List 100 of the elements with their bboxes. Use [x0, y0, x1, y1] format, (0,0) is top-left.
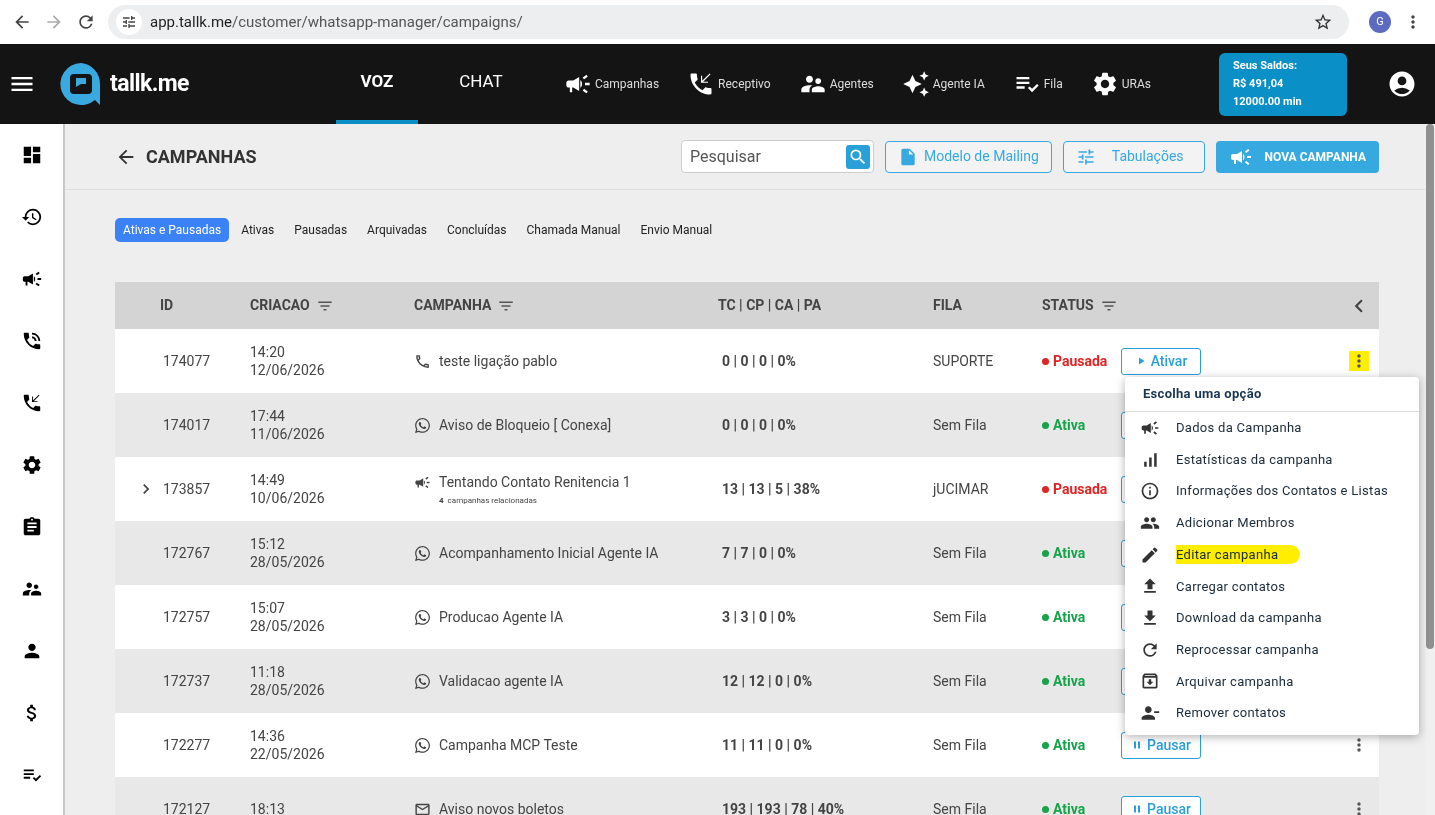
campaign-name[interactable]: Acompanhamento Inicial Agente IA — [439, 542, 659, 564]
nav-link[interactable]: Campanhas — [595, 75, 660, 93]
queue-cell-text: Sem Fila — [933, 415, 988, 435]
status-label: Ativa — [1053, 735, 1087, 755]
stats-cell-text: 0 | 0 | 0 | 0% — [721, 351, 797, 371]
menu-item[interactable]: Informações dos Contatos e Listas — [1125, 475, 1419, 508]
campaign-name[interactable]: teste ligação pablo — [439, 350, 558, 372]
menu-item-label: Editar campanha — [1176, 544, 1301, 565]
menu-item-label: Adicionar Membros — [1176, 514, 1295, 533]
pencil-icon — [1140, 544, 1160, 565]
id-cell-text: 172127 — [162, 799, 212, 815]
related-count: 4 — [439, 494, 444, 507]
status-label: Ativa — [1053, 607, 1087, 627]
menu-item[interactable]: Reprocessar campanha — [1125, 633, 1419, 666]
balance-title: Seus Saldos: — [1233, 58, 1298, 74]
menu-item-label: Informações dos Contatos e Listas — [1176, 482, 1389, 501]
document-icon — [898, 146, 918, 167]
search-button[interactable] — [846, 144, 870, 169]
status-label: Ativa — [1053, 671, 1087, 691]
whatsapp-icon — [414, 544, 431, 562]
site-info-icon[interactable] — [116, 9, 142, 35]
balance-minutes: 12000.00 min — [1233, 94, 1303, 110]
menu-item[interactable]: Arquivar campanha — [1125, 665, 1419, 698]
nav-link[interactable]: URAs — [1121, 75, 1151, 93]
status-label: Pausada — [1053, 479, 1109, 499]
time-text: 11:18 — [250, 663, 286, 681]
user-account-icon[interactable] — [1387, 69, 1417, 99]
whatsapp-icon — [414, 416, 431, 434]
menu-title: Escolha uma opção — [1143, 385, 1262, 404]
stats-cell-text: 0 | 0 | 0 | 0% — [721, 415, 797, 435]
search-input[interactable]: Pesquisar — [690, 144, 846, 169]
date-text: 12/06/2026 — [250, 361, 326, 379]
id-cell-text: 172767 — [162, 543, 212, 563]
campaign-name[interactable]: Validacao agente IA — [439, 670, 564, 692]
queue-cell-text: Sem Fila — [933, 607, 988, 627]
filter-tab[interactable]: Envio Manual — [632, 218, 721, 242]
menu-item-label: Dados da Campanha — [1176, 419, 1302, 438]
mode-tab[interactable]: VOZ — [336, 44, 418, 124]
id-cell-text: 172737 — [162, 671, 212, 691]
history-icon[interactable] — [20, 206, 43, 228]
status-label: Pausada — [1053, 351, 1109, 371]
mode-tab[interactable]: CHAT — [440, 44, 522, 124]
menu-item[interactable]: Download da campanha — [1125, 602, 1419, 634]
address-bar[interactable]: app.tallk.me/customer/whatsapp-manager/campaigns/ — [108, 5, 1349, 39]
filter-tab[interactable]: Pausadas — [286, 218, 356, 242]
time-text: 18:13 — [250, 800, 286, 815]
nav-link[interactable]: Agentes — [829, 75, 874, 93]
menu-item[interactable]: Adicionar Membros — [1125, 507, 1419, 539]
related-label: campanhas relacionadas — [447, 494, 537, 507]
reload-icon[interactable] — [76, 12, 96, 32]
filter-tab[interactable]: Concluídas — [439, 218, 515, 242]
menu-item[interactable]: Remover contatos — [1125, 697, 1419, 729]
nav-link[interactable]: Fila — [1043, 75, 1063, 93]
campaign-name[interactable]: Aviso novos boletos — [439, 798, 564, 815]
status-label: Ativa — [1053, 543, 1087, 563]
menu-item[interactable]: Carregar contatos — [1125, 570, 1419, 603]
id-cell-text: 172277 — [162, 735, 212, 755]
date-text: 28/05/2026 — [250, 681, 326, 699]
menu-item-label: Download da campanha — [1176, 609, 1322, 628]
nav-link[interactable]: Receptivo — [718, 75, 771, 93]
date-text: 22/05/2026 — [250, 745, 326, 763]
status-label: Ativa — [1053, 415, 1087, 435]
whatsapp-icon — [414, 736, 431, 754]
date-text: 28/05/2026 — [250, 553, 326, 571]
profile-avatar[interactable]: G — [1369, 11, 1391, 33]
time-text: 14:20 — [250, 343, 286, 361]
campaign-name[interactable]: Tentando Contato Renitencia 1 — [439, 471, 631, 493]
filter-tab[interactable]: Ativas e Pausadas — [115, 218, 230, 242]
menu-item-label: Remover contatos — [1176, 704, 1287, 723]
column-header: STATUS — [1042, 296, 1094, 315]
more-options-icon[interactable] — [1349, 351, 1369, 371]
logo-text: tallk.me — [110, 68, 189, 99]
filter-tab[interactable]: Chamada Manual — [518, 218, 629, 242]
phone-icon — [414, 352, 431, 370]
time-text: 17:44 — [250, 407, 286, 425]
filter-tab[interactable]: Ativas — [233, 218, 283, 242]
campaign-name[interactable]: Campanha MCP Teste — [439, 734, 578, 756]
nav-link[interactable]: Agente IA — [932, 75, 985, 93]
date-text: 10/06/2026 — [250, 489, 326, 507]
stats-cell-text: 3 | 3 | 0 | 0% — [721, 607, 797, 627]
campaign-name[interactable]: Producao Agente IA — [439, 606, 564, 628]
menu-item-label: Carregar contatos — [1176, 577, 1286, 596]
queue-cell-text: SUPORTE — [933, 351, 995, 371]
search-box[interactable]: Pesquisar — [681, 140, 874, 173]
info-icon — [1140, 481, 1160, 502]
stats-cell-text: 13 | 13 | 5 | 38% — [721, 479, 822, 499]
menu-item-label: Estatísticas da campanha — [1176, 450, 1333, 469]
campaign-name[interactable]: Aviso de Bloqueio [ Conexa] — [439, 414, 612, 436]
gear-icon[interactable] — [20, 454, 43, 476]
column-header: ID — [160, 296, 174, 315]
queue-cell-text: jUCIMAR — [933, 479, 990, 499]
time-text: 15:07 — [250, 599, 286, 617]
menu-item[interactable]: Dados da Campanha — [1125, 412, 1419, 444]
sparkles-icon[interactable] — [901, 70, 930, 98]
bookmark-star-icon[interactable] — [1313, 12, 1333, 32]
menu-item[interactable]: Estatísticas da campanha — [1125, 443, 1419, 476]
filter-tab[interactable]: Arquivadas — [359, 218, 435, 242]
menu-item[interactable]: Editar campanha — [1125, 538, 1419, 571]
archive-icon — [1140, 671, 1160, 692]
menu-item-label: Arquivar campanha — [1176, 672, 1294, 691]
